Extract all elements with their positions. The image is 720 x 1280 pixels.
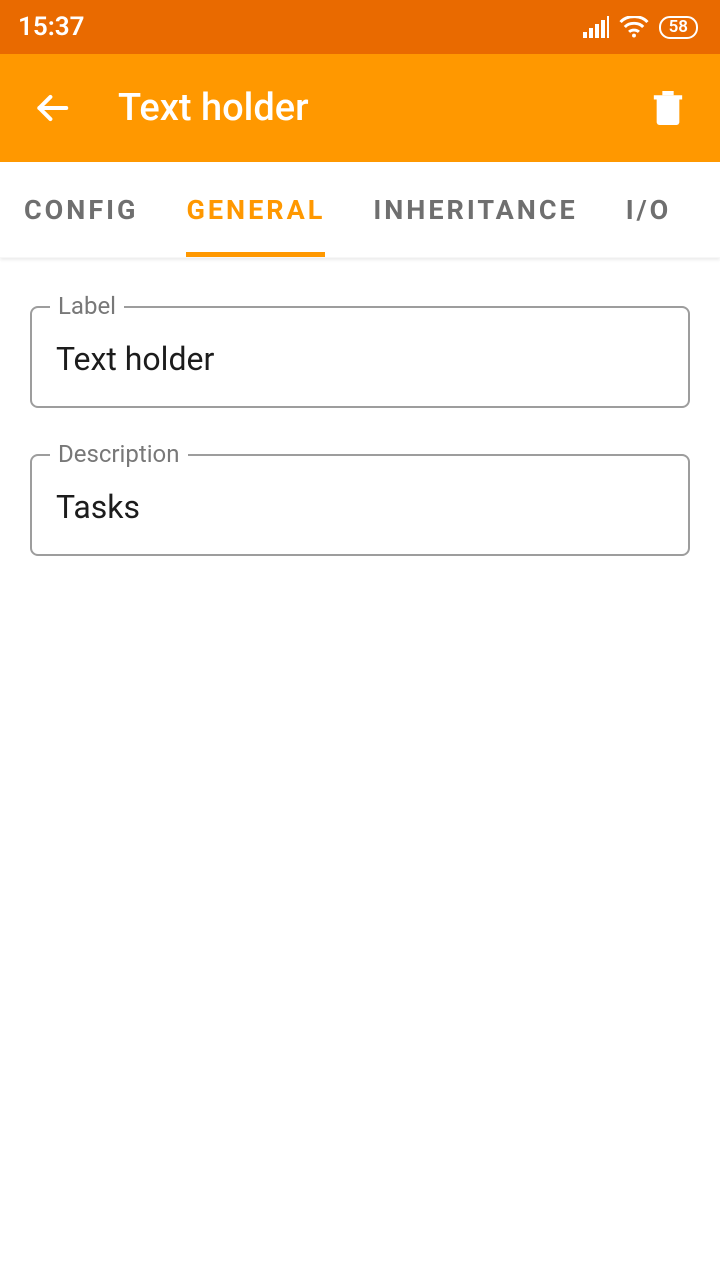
back-button[interactable] xyxy=(24,80,80,136)
battery-indicator: 58 xyxy=(659,16,698,39)
app-bar: Text holder xyxy=(0,54,720,162)
description-field-caption: Description xyxy=(50,440,188,468)
wifi-icon xyxy=(619,16,649,38)
label-input[interactable] xyxy=(32,308,688,406)
delete-button[interactable] xyxy=(640,80,696,136)
page-title: Text holder xyxy=(118,86,640,130)
content-area: Label Description xyxy=(0,258,720,650)
label-field-caption: Label xyxy=(50,292,124,320)
description-input[interactable] xyxy=(32,456,688,554)
tab-inheritance[interactable]: Inheritance xyxy=(373,162,577,257)
tab-io[interactable]: I/O xyxy=(626,162,672,257)
tab-bar: Config General Inheritance I/O xyxy=(0,162,720,258)
tab-general[interactable]: General xyxy=(186,162,325,257)
status-bar: 15:37 58 xyxy=(0,0,720,54)
signal-icon xyxy=(583,16,609,38)
status-time: 15:37 xyxy=(18,12,85,42)
status-icons: 58 xyxy=(583,16,698,39)
label-field[interactable]: Label xyxy=(30,306,690,408)
description-field[interactable]: Description xyxy=(30,454,690,556)
tab-config[interactable]: Config xyxy=(24,162,138,257)
